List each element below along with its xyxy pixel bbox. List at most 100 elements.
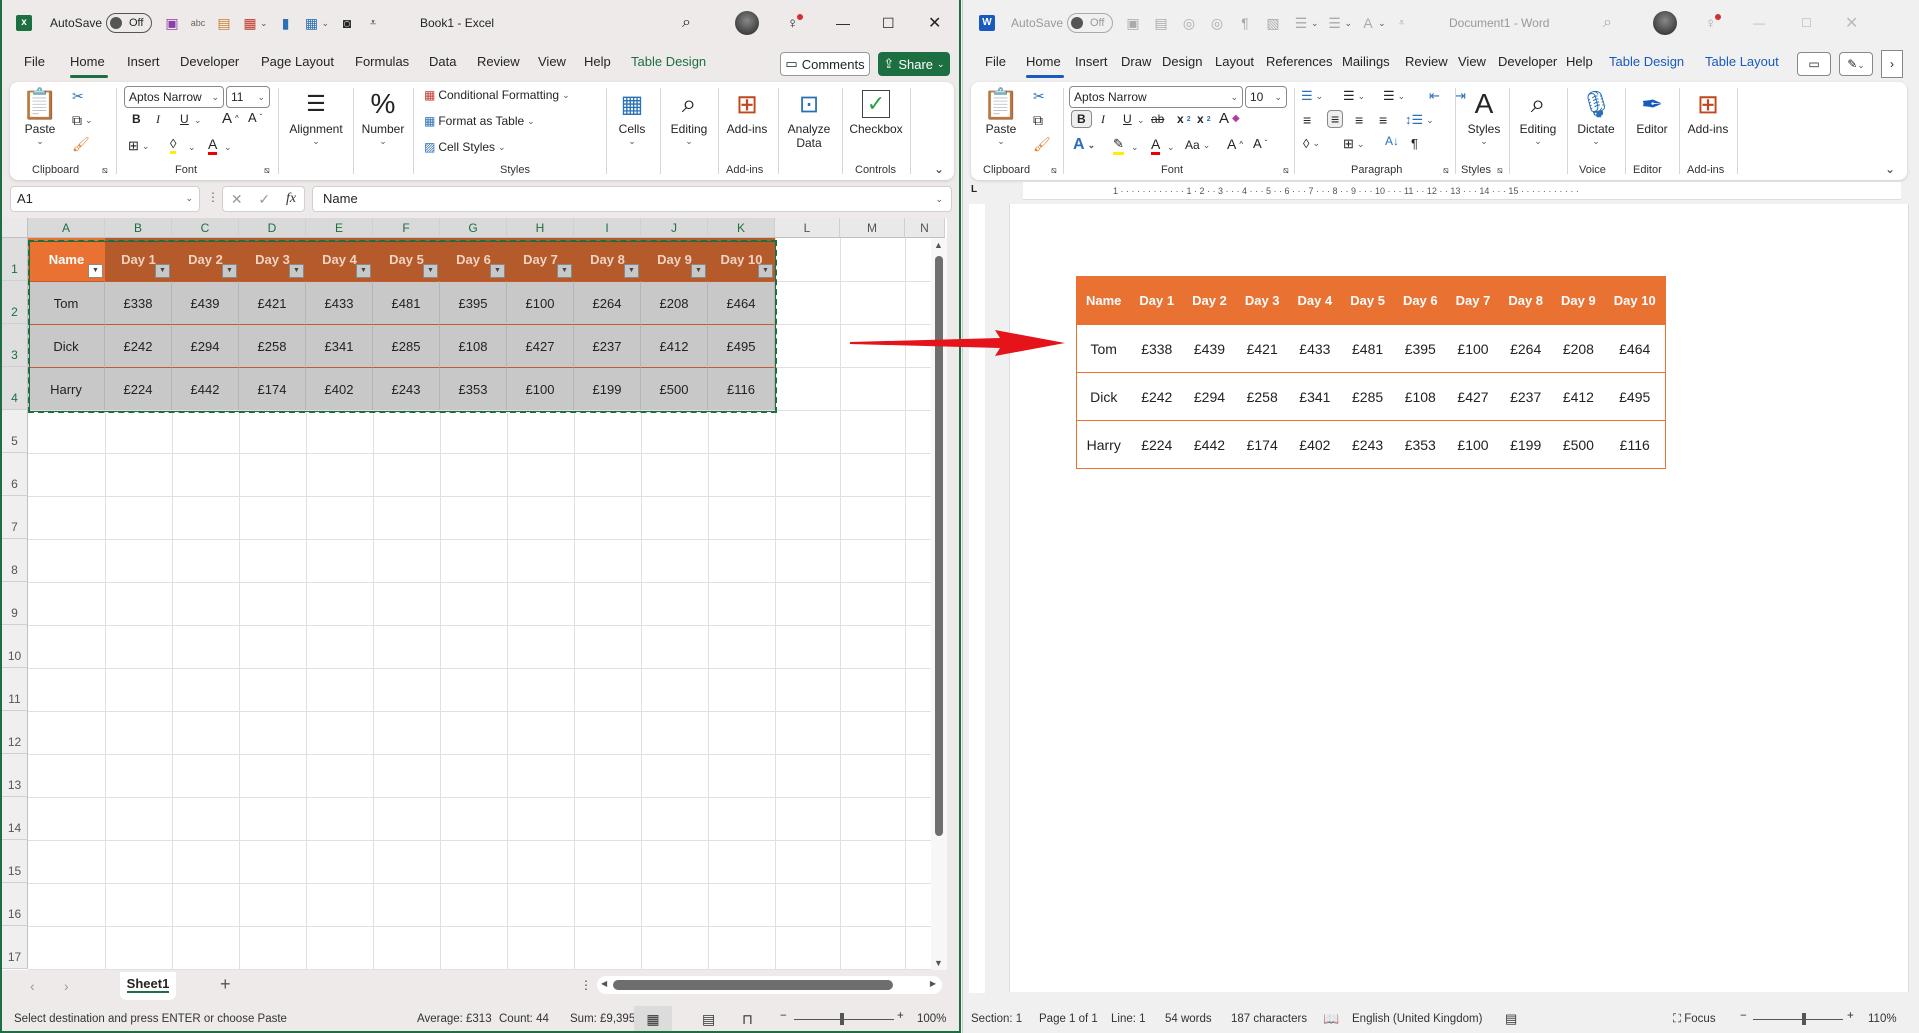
user-avatar[interactable] <box>735 11 759 35</box>
chevron-down-icon[interactable]: ⌄ <box>322 18 330 29</box>
cut-icon[interactable]: ✂ <box>72 88 84 105</box>
italic-button[interactable]: I <box>156 112 160 127</box>
select-all-button[interactable] <box>2 218 28 238</box>
filter-dropdown-icon[interactable]: ▼ <box>557 264 572 278</box>
zoom-level[interactable]: 100% <box>917 1013 946 1025</box>
word-cell[interactable]: £285 <box>1341 372 1394 421</box>
italic-button[interactable]: I <box>1101 112 1105 127</box>
editor-button[interactable]: ✒ Editor <box>1629 86 1675 137</box>
word-cell[interactable]: £199 <box>1499 420 1553 469</box>
filter-dropdown-icon[interactable]: ▼ <box>624 264 639 278</box>
column-header-k[interactable]: K <box>708 218 775 238</box>
autosave-toggle[interactable]: Off <box>106 12 152 34</box>
word-cell[interactable]: £264 <box>1499 324 1553 373</box>
page-layout-view-icon[interactable]: ▤ <box>702 1011 715 1028</box>
form-icon[interactable]: ▧ <box>1263 13 1283 33</box>
horizontal-ruler[interactable]: 1 · · · · · · · · · · · · 1 · 2 · · 3 · … <box>1023 182 1901 200</box>
tab-view[interactable]: View <box>1458 54 1486 69</box>
status-count[interactable]: Count: 44 <box>499 1013 549 1025</box>
tab-mailings[interactable]: Mailings <box>1342 54 1390 69</box>
excel-cell[interactable]: £108 <box>440 324 507 367</box>
collapse-ribbon-icon[interactable]: ⌄ <box>1885 162 1895 176</box>
pilcrow-icon[interactable]: ¶ <box>1235 13 1255 33</box>
excel-cell[interactable]: £464 <box>708 281 775 324</box>
excel-cell[interactable]: £500 <box>641 367 708 410</box>
multilevel-list-icon[interactable]: ☰ ⌄ <box>1383 88 1405 104</box>
freeze-panes-icon[interactable]: ▦ <box>302 13 322 33</box>
minimize-button[interactable]: — <box>836 12 850 34</box>
excel-header-cell[interactable]: Day 6 ▼ <box>440 238 507 281</box>
underline-button[interactable]: U <box>1123 112 1132 126</box>
excel-header-cell[interactable]: Day 10 ▼ <box>708 238 775 281</box>
column-header-g[interactable]: G <box>440 218 507 238</box>
excel-cell[interactable]: £412 <box>641 324 708 367</box>
excel-cell[interactable]: £353 <box>440 367 507 410</box>
show-formatting-icon[interactable]: ¶ <box>1411 136 1418 151</box>
maximize-button[interactable]: ☐ <box>882 12 895 34</box>
word-cell[interactable]: £341 <box>1288 372 1342 421</box>
focus-button[interactable]: ⛶ Focus <box>1673 1013 1716 1026</box>
filter-dropdown-icon[interactable]: ▼ <box>758 264 773 278</box>
minimize-button[interactable]: — <box>1753 12 1765 34</box>
add-sheet-icon[interactable]: + <box>220 974 231 995</box>
decrease-indent-icon[interactable]: ⇤ <box>1429 88 1440 104</box>
fill-color-icon[interactable]: ◊ <box>170 136 177 154</box>
filter-dropdown-icon[interactable]: ▼ <box>356 264 371 278</box>
check-icon[interactable]: ◎ <box>1179 13 1199 33</box>
column-header-i[interactable]: I <box>574 218 641 238</box>
word-cell[interactable]: £464 <box>1604 324 1666 373</box>
excel-cell[interactable]: £442 <box>172 367 239 410</box>
tab-formulas[interactable]: Formulas <box>355 54 409 69</box>
cells-button[interactable]: ▦ Cells ⌄ <box>610 86 654 147</box>
row-header-4[interactable]: 4 <box>2 367 28 410</box>
numbering-icon[interactable]: ☰ ⌄ <box>1343 88 1365 104</box>
status-section[interactable]: Section: 1 <box>971 1013 1022 1025</box>
cancel-icon[interactable]: ✕ <box>231 191 243 208</box>
search-icon[interactable]: ⌕ <box>1603 12 1612 34</box>
text-effects-icon[interactable]: A ⌄ <box>1073 136 1095 154</box>
word-cell[interactable]: £242 <box>1130 372 1184 421</box>
insert-function-icon[interactable]: fx <box>286 191 296 207</box>
excel-cell[interactable]: £341 <box>306 324 373 367</box>
more-tabs-icon[interactable]: › <box>1881 50 1903 78</box>
column-header-j[interactable]: J <box>641 218 708 238</box>
tab-file[interactable]: File <box>985 54 1006 69</box>
row-header-9[interactable]: 9 <box>2 582 28 625</box>
word-cell[interactable]: £433 <box>1288 324 1342 373</box>
word-cell[interactable]: £237 <box>1499 372 1553 421</box>
enter-icon[interactable]: ✓ <box>258 191 270 208</box>
excel-cell[interactable]: £285 <box>373 324 440 367</box>
proofing-icon[interactable]: 📖 <box>1323 1011 1339 1027</box>
tab-page-layout[interactable]: Page Layout <box>261 54 334 69</box>
zoom-out-button[interactable]: − <box>780 1010 787 1022</box>
excel-cell[interactable]: £258 <box>239 324 306 367</box>
copy-icon[interactable]: ⧉ <box>1033 112 1043 129</box>
excel-header-cell[interactable]: Day 4 ▼ <box>306 238 373 281</box>
tab-references[interactable]: References <box>1266 54 1332 69</box>
filter-dropdown-icon[interactable]: ▼ <box>155 264 170 278</box>
tab-home[interactable]: Home <box>1026 54 1061 69</box>
word-cell[interactable]: £116 <box>1604 420 1666 469</box>
excel-cell[interactable]: Tom <box>28 281 105 324</box>
close-button[interactable]: ✕ <box>928 12 941 34</box>
row-header-3[interactable]: 3 <box>2 324 28 367</box>
excel-cell[interactable]: £294 <box>172 324 239 367</box>
analyze-data-button[interactable]: ⊡ Analyze Data <box>782 86 836 151</box>
word-header-cell[interactable]: Day 7 <box>1446 276 1500 325</box>
excel-cell[interactable]: £427 <box>507 324 574 367</box>
alignment-button[interactable]: ☰ Alignment ⌄ <box>284 86 348 147</box>
word-cell[interactable]: £395 <box>1393 324 1447 373</box>
excel-cell[interactable]: £495 <box>708 324 775 367</box>
filter-dropdown-icon[interactable]: ▼ <box>289 264 304 278</box>
word-cell[interactable]: £439 <box>1183 324 1236 373</box>
chevron-down-icon[interactable]: ⌄ <box>260 18 268 29</box>
font-name-select[interactable]: Aptos Narrow ⌄ <box>124 86 224 108</box>
excel-cell[interactable]: £264 <box>574 281 641 324</box>
word-cell[interactable]: Harry <box>1076 420 1131 469</box>
tab-data[interactable]: Data <box>429 54 456 69</box>
copy-icon[interactable]: ⧉ ⌄ <box>72 112 93 129</box>
align-left-icon[interactable]: ≡ <box>1303 112 1311 128</box>
status-sum[interactable]: Sum: £9,395 <box>570 1013 635 1025</box>
excel-cell[interactable]: £402 <box>306 367 373 410</box>
maximize-button[interactable]: ☐ <box>1801 12 1812 34</box>
